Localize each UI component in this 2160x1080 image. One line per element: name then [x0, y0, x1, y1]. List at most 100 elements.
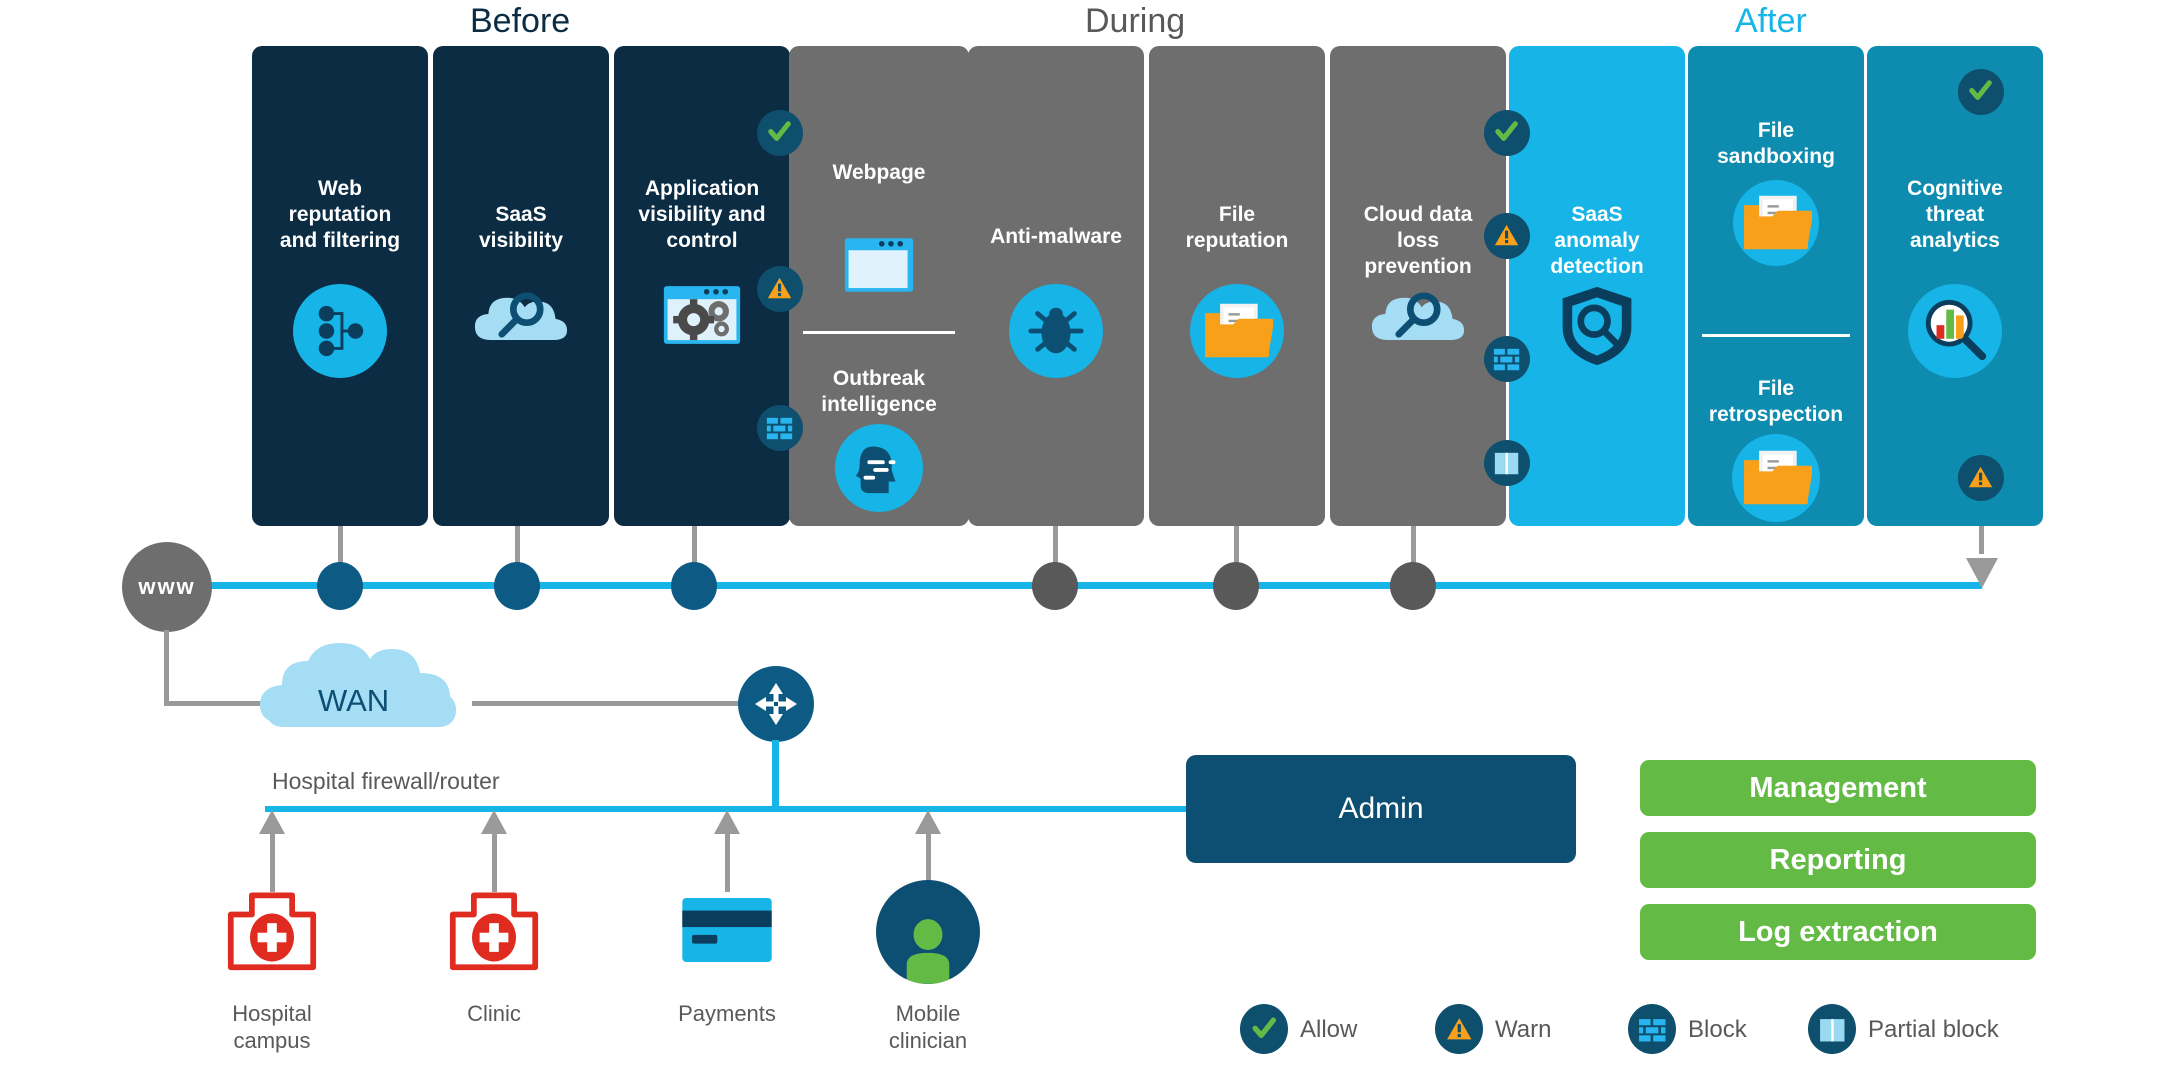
arrow-up-icon: [915, 810, 941, 834]
card-divider-file-sandbox: [1702, 334, 1850, 337]
device-label-clinic: Clinic: [467, 1001, 521, 1026]
card-icon-folder-doc-icon: [1688, 180, 1864, 266]
card-icon-shield-search-icon: [1509, 284, 1685, 368]
device-icon-hospital-icon[interactable]: [212, 880, 332, 972]
legend-warn-label: Warn: [1495, 1016, 1552, 1043]
node-file-reputation[interactable]: [1213, 562, 1259, 610]
wan-label: WAN: [318, 683, 390, 718]
card-title-file-reputation: File reputation: [1185, 203, 1289, 252]
node-saas-visibility[interactable]: [494, 562, 540, 610]
arrow-up-icon: [714, 810, 740, 834]
card-anti-malware[interactable]: Anti-malware: [968, 46, 1144, 526]
card-icon-bug-icon: [968, 284, 1144, 378]
card-title-file-sandbox: File sandboxing: [1717, 119, 1835, 168]
partial-icon: [1495, 453, 1519, 475]
diagram-canvas: Before During After Web reputation and filte…: [0, 0, 2160, 1080]
block-icon: [767, 417, 793, 441]
action-button-log-extraction[interactable]: Log extraction: [1640, 904, 2036, 960]
card-file-sandbox[interactable]: File sandboxing File retrospection: [1688, 46, 1864, 526]
warn-icon: [1969, 467, 1993, 488]
warn-icon: [1495, 225, 1519, 246]
card-icon2-head-data-icon: [789, 424, 969, 512]
card-cognitive-threat[interactable]: Cognitive threat analytics: [1867, 46, 2043, 526]
badge-block-2: [1484, 336, 1530, 382]
action-button-reporting[interactable]: Reporting: [1640, 832, 2036, 888]
router-arrows-icon: [755, 683, 797, 725]
www-node[interactable]: www: [122, 542, 212, 632]
router-icon[interactable]: [738, 666, 814, 742]
legend-block-label: Block: [1688, 1016, 1747, 1043]
legend-block-icon: [1628, 1004, 1676, 1054]
admin-box[interactable]: Admin: [1186, 755, 1576, 863]
badge-warn-2: [1484, 213, 1530, 259]
warn-icon: [1446, 1017, 1472, 1040]
device-icon-person-icon[interactable]: [868, 880, 988, 984]
action-button-management[interactable]: Management: [1640, 760, 2036, 816]
card-title-web-reputation: Web reputation and filtering: [279, 177, 401, 252]
admin-label: Admin: [1338, 792, 1424, 825]
legend-warn-icon: [1435, 1004, 1483, 1054]
badge-block-1: [757, 405, 803, 451]
device-label-hospital-campus: Hospital campus: [232, 1001, 312, 1053]
card-saas-visibility[interactable]: SaaS visibility: [433, 46, 609, 526]
card-icon2-folder-doc-icon: [1688, 434, 1864, 522]
phase-label-before: Before: [470, 2, 571, 40]
allow-icon: [768, 121, 792, 142]
card-cloud-dlp[interactable]: Cloud data loss prevention: [1330, 46, 1506, 526]
card-title-saas-anomaly: SaaS anomaly detection: [1550, 203, 1644, 278]
card-icon-network-nodes-icon: [252, 284, 428, 378]
card-saas-anomaly[interactable]: SaaS anomaly detection: [1509, 46, 1685, 526]
card-subtitle-webpage-outbreak: Outbreak intelligence: [821, 367, 937, 416]
card-file-reputation[interactable]: File reputation: [1149, 46, 1325, 526]
card-title-saas-visibility: SaaS visibility: [478, 203, 564, 252]
node-cloud-dlp[interactable]: [1390, 562, 1436, 610]
badge-warn-3: [1958, 455, 2004, 501]
warn-icon: [768, 278, 792, 299]
card-title-anti-malware: Anti-malware: [990, 225, 1122, 248]
legend-allow-label: Allow: [1300, 1016, 1358, 1043]
card-icon-cloud-search-icon: [433, 284, 609, 346]
firewall-label: Hospital firewall/router: [272, 768, 500, 794]
device-label-mobile-clinician: Mobile clinician: [888, 1001, 968, 1053]
node-web-reputation[interactable]: [317, 562, 363, 610]
legend-allow-icon: [1240, 1004, 1288, 1054]
card-icon-browser-window-icon: [789, 222, 969, 308]
device-icon-hospital-icon[interactable]: [434, 880, 554, 972]
partial-icon: [1819, 1018, 1845, 1042]
card-title-cloud-dlp: Cloud data loss prevention: [1363, 203, 1473, 278]
card-icon-chart-search-icon: [1867, 284, 2043, 378]
card-divider-webpage-outbreak: [803, 331, 955, 334]
card-title-webpage-outbreak: Webpage: [832, 161, 926, 184]
allow-icon: [1495, 121, 1519, 142]
wan-to-router-wire: [472, 701, 742, 706]
allow-icon: [1252, 1017, 1276, 1038]
arrow-up-icon: [481, 810, 507, 834]
arrow-up-icon: [259, 810, 285, 834]
phase-label-during: During: [1085, 2, 1186, 40]
badge-warn-1: [757, 266, 803, 312]
block-icon: [1494, 348, 1520, 372]
bus-arrow-icon: [1966, 558, 1998, 588]
card-title-app-visibility: Application visibility and control: [638, 177, 766, 252]
card-icon-folder-doc-icon: [1149, 284, 1325, 378]
www-label: www: [138, 574, 196, 599]
legend-partial-label: Partial block: [1868, 1016, 1999, 1043]
badge-allow-1: [757, 110, 803, 156]
allow-icon: [1969, 80, 1993, 101]
card-title-cognitive-threat: Cognitive threat analytics: [1907, 177, 2003, 252]
legend-partial-icon: [1808, 1004, 1856, 1054]
node-app-visibility[interactable]: [671, 562, 717, 610]
device-label-payments: Payments: [678, 1001, 776, 1026]
card-web-reputation[interactable]: Web reputation and filtering: [252, 46, 428, 526]
badge-partial-2: [1484, 440, 1530, 486]
node-anti-malware[interactable]: [1032, 562, 1078, 610]
wire-payments: [725, 830, 730, 892]
card-subtitle-file-sandbox: File retrospection: [1708, 377, 1844, 426]
www-down-wire: [164, 630, 169, 706]
badge-allow-3: [1958, 69, 2004, 115]
router-down-line: [772, 740, 779, 810]
device-icon-credit-card-icon[interactable]: [667, 896, 787, 964]
phase-label-after: After: [1735, 2, 1807, 40]
block-icon: [1638, 1017, 1666, 1043]
card-webpage-outbreak[interactable]: Webpage Outbreak intelligence: [789, 46, 969, 526]
